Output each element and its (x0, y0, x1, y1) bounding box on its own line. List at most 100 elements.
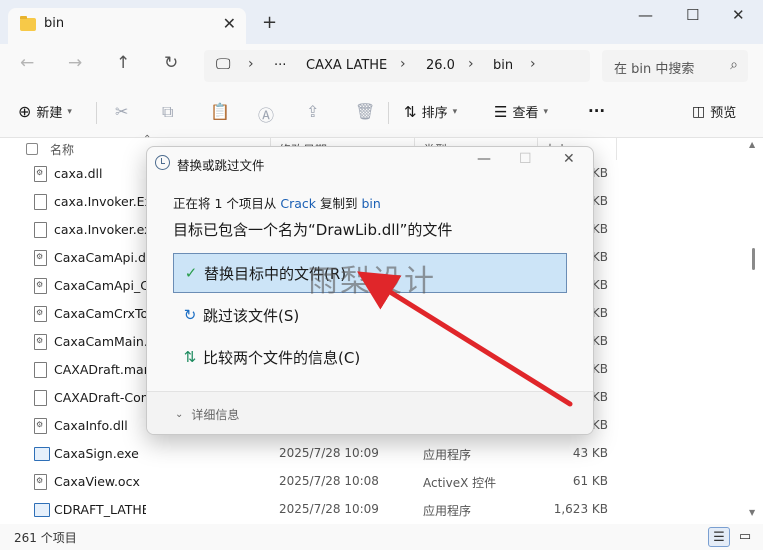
file-size: KB (591, 194, 608, 208)
details-view-button[interactable]: ☰ (708, 527, 730, 547)
cut-icon[interactable]: ✂ (115, 102, 128, 121)
up-icon[interactable]: ↑ (116, 53, 130, 73)
file-size: KB (591, 250, 608, 264)
delete-icon[interactable]: 🗑 (355, 102, 375, 121)
file-name: CAXADraft-Com (54, 390, 146, 405)
folder-icon (20, 16, 36, 31)
file-size: KB (591, 222, 608, 236)
select-all-checkbox[interactable] (26, 143, 38, 155)
file-size: KB (591, 278, 608, 292)
breadcrumb-separator: › (400, 56, 406, 72)
clock-icon (155, 155, 170, 170)
tiles-view-button[interactable]: ▭ (734, 527, 756, 547)
copy-icon[interactable]: ⧉ (162, 102, 173, 122)
file-name: caxa.Invoker.exe (54, 222, 146, 237)
chevron-down-icon: ▾ (543, 106, 548, 117)
copy-progress-text: 正在将 1 个项目从 Crack 复制到 bin (173, 193, 381, 212)
tab-bin[interactable]: bin ✕ (8, 8, 246, 44)
table-row[interactable]: CaxaSign.exe 2025/7/28 10:09 应用程序 43 KB (0, 440, 763, 468)
breadcrumb-bin[interactable]: bin (493, 58, 513, 73)
file-name: CaxaCamApi_CP (54, 278, 146, 293)
tab-title: bin (44, 16, 65, 31)
file-name: CaxaCamApi.dll (54, 250, 146, 265)
file-name: CaxaSign.exe (54, 446, 139, 461)
close-window-button[interactable]: ✕ (732, 6, 745, 24)
sort-button[interactable]: ⇅ 排序 ▾ (404, 102, 458, 122)
more-details-toggle[interactable]: ⌄ 详细信息 (175, 406, 239, 423)
file-date: 2025/7/28 10:09 (279, 502, 379, 516)
file-date: 2025/7/28 10:09 (279, 446, 379, 460)
copy-text-middle: 复制到 (316, 196, 362, 211)
file-size: KB (591, 166, 608, 180)
address-row: ← → ↑ ↻ 🖵 › ··· CAXA LATHE › 26.0 › bin … (0, 44, 763, 88)
check-icon: ✓ (184, 264, 198, 282)
compare-option[interactable]: ⇅ 比较两个文件的信息(C) (173, 337, 567, 377)
table-row[interactable]: CaxaView.ocx 2025/7/28 10:08 ActiveX 控件 61 … (0, 468, 763, 496)
sort-ascending-icon: ⌃ (143, 134, 152, 145)
scroll-down-arrow[interactable]: ▼ (749, 508, 755, 517)
view-icon: ☰ (494, 102, 508, 121)
more-details-label: 详细信息 (191, 408, 240, 422)
search-placeholder: 在 bin 中搜索 (614, 62, 695, 77)
view-button[interactable]: ☰ 查看 ▾ (494, 102, 548, 122)
dialog-close-button[interactable]: ✕ (563, 151, 575, 167)
file-icon (34, 222, 47, 238)
minimize-button[interactable]: — (638, 6, 653, 24)
skip-option[interactable]: ↻ 跳过该文件(S) (173, 295, 567, 335)
refresh-icon[interactable]: ↻ (164, 53, 178, 73)
preview-label: 预览 (710, 106, 737, 121)
preview-button[interactable]: ◫ 预览 (692, 102, 737, 122)
breadcrumb-separator: › (530, 56, 536, 72)
new-button[interactable]: ⊕ 新建 ▾ (18, 102, 72, 121)
file-size: KB (591, 390, 608, 404)
settings-file-icon (34, 250, 47, 266)
paste-icon[interactable]: 📋 (210, 102, 230, 121)
view-label: 查看 (512, 106, 539, 121)
file-size: 1,623 KB (553, 502, 608, 516)
monitor-icon[interactable]: 🖵 (216, 55, 230, 73)
preview-pane-icon: ◫ (692, 103, 706, 120)
file-icon (34, 194, 47, 210)
address-bar[interactable]: 🖵 › ··· CAXA LATHE › 26.0 › bin › (204, 50, 590, 82)
item-count: 261 个项目 (14, 531, 77, 545)
table-row[interactable]: CDRAFT_LATHE.exe 2025/7/28 10:09 应用程序 1,623… (0, 496, 763, 524)
breadcrumb-ellipsis[interactable]: ··· (274, 58, 286, 73)
plus-icon: ⊕ (18, 102, 32, 121)
copy-text-prefix: 正在将 1 个项目从 (173, 196, 281, 211)
back-icon[interactable]: ← (20, 53, 34, 73)
breadcrumb-version[interactable]: 26.0 (426, 58, 455, 73)
command-bar: ⊕ 新建 ▾ ✂ ⧉ 📋 Ⓐ ⇪ 🗑 ⇅ 排序 ▾ ☰ 查看 ▾ ··· ◫ 预… (0, 88, 763, 138)
divider (388, 102, 389, 124)
scroll-up-arrow[interactable]: ▲ (749, 140, 755, 149)
file-name: CaxaView.ocx (54, 474, 140, 489)
file-size: KB (591, 418, 608, 432)
column-name[interactable]: 名称 (50, 141, 74, 158)
settings-file-icon (34, 334, 47, 350)
compare-icon: ⇅ (183, 348, 197, 366)
breadcrumb-caxa-lathe[interactable]: CAXA LATHE (306, 58, 387, 73)
search-icon: ⌕ (730, 57, 738, 73)
column-divider[interactable] (616, 138, 617, 160)
file-name: CDRAFT_LATHE.exe (54, 502, 146, 517)
chevron-down-icon: ▾ (452, 106, 458, 117)
dialog-minimize-button[interactable]: — (477, 151, 491, 167)
more-options-button[interactable]: ··· (588, 102, 605, 120)
settings-file-icon (34, 306, 47, 322)
target-folder-link[interactable]: bin (361, 196, 380, 211)
forward-icon[interactable]: → (68, 53, 82, 73)
chevron-down-icon: ⌄ (175, 409, 184, 420)
close-tab-button[interactable]: ✕ (223, 14, 236, 33)
search-input[interactable]: 在 bin 中搜索 ⌕ (602, 50, 748, 82)
dialog-title: 替换或跳过文件 (177, 158, 265, 173)
share-icon[interactable]: ⇪ (306, 102, 319, 121)
file-name: CaxaInfo.dll (54, 418, 128, 433)
maximize-button[interactable]: ☐ (686, 6, 699, 24)
vertical-scrollbar[interactable] (752, 248, 755, 270)
file-name: caxa.Invoker.Ex (54, 194, 146, 209)
divider (96, 102, 97, 124)
new-tab-button[interactable]: + (262, 12, 277, 33)
application-icon (34, 503, 50, 517)
rename-icon[interactable]: Ⓐ (258, 102, 274, 126)
conflict-heading: 目标已包含一个名为“DrawLib.dll”的文件 (173, 221, 453, 239)
source-folder-link[interactable]: Crack (280, 196, 316, 211)
